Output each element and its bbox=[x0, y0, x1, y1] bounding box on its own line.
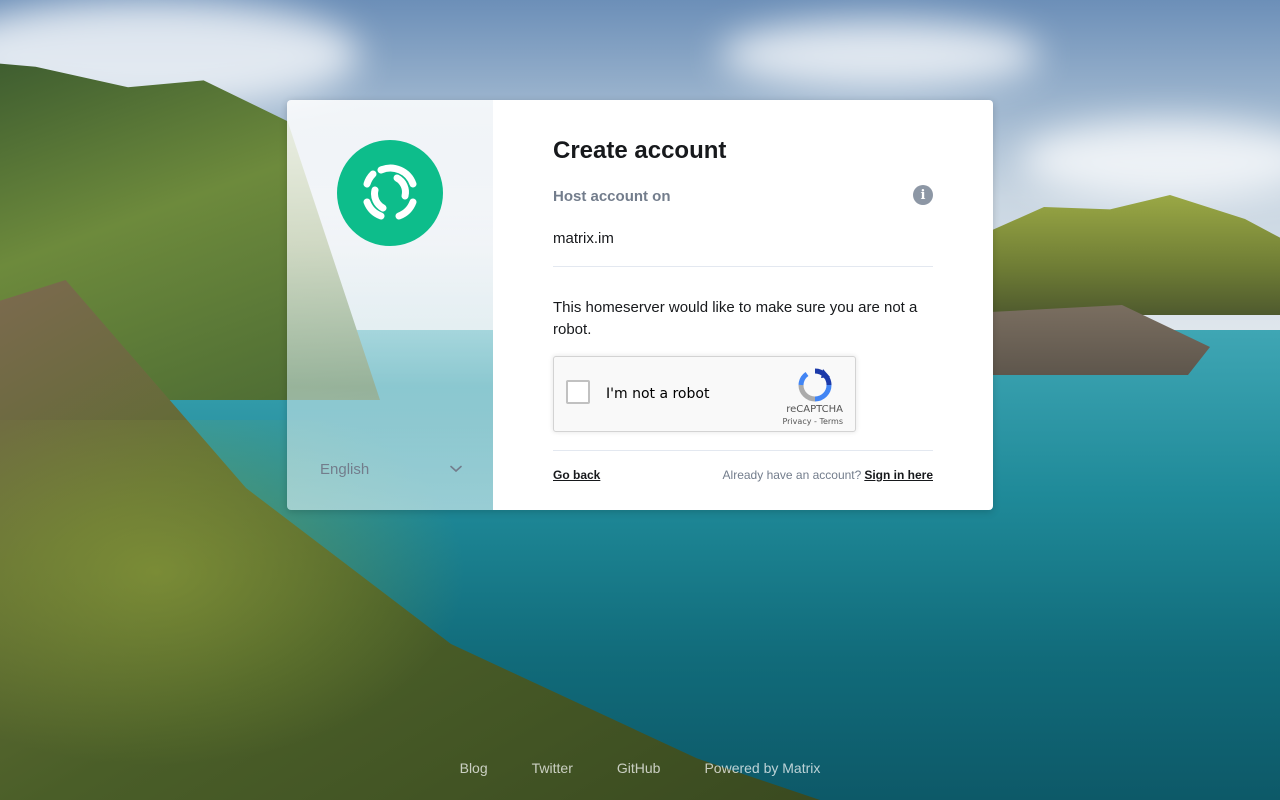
have-account-text: Already have an account? bbox=[722, 468, 862, 482]
create-account-dialog: English Create account Host account on i… bbox=[287, 100, 993, 510]
footer-link-twitter[interactable]: Twitter bbox=[532, 760, 573, 776]
dialog-sidebar: English bbox=[287, 100, 493, 510]
divider bbox=[553, 450, 933, 451]
page-footer: Blog Twitter GitHub Powered by Matrix bbox=[0, 760, 1280, 776]
element-logo-icon bbox=[337, 140, 443, 246]
language-selector[interactable]: English bbox=[320, 458, 462, 480]
recaptcha-links: Privacy - Terms bbox=[782, 417, 843, 426]
host-label: Host account on bbox=[553, 188, 671, 205]
footer-link-powered-by-matrix[interactable]: Powered by Matrix bbox=[704, 760, 820, 776]
recaptcha-terms-link[interactable]: Terms bbox=[819, 417, 843, 426]
recaptcha-logo-icon bbox=[798, 368, 832, 402]
chevron-down-icon bbox=[450, 465, 462, 473]
robot-check-text: This homeserver would like to make sure … bbox=[553, 299, 918, 338]
host-value: matrix.im bbox=[553, 230, 614, 247]
recaptcha-label[interactable]: I'm not a robot bbox=[606, 386, 709, 402]
divider bbox=[553, 266, 933, 267]
language-label: English bbox=[320, 460, 370, 478]
checkbox-icon[interactable] bbox=[566, 380, 590, 404]
recaptcha-privacy-link[interactable]: Privacy bbox=[782, 417, 811, 426]
recaptcha-widget: I'm not a robot reCAPTCHA Privacy - Term… bbox=[553, 356, 856, 432]
footer-link-github[interactable]: GitHub bbox=[617, 760, 661, 776]
cloud bbox=[720, 20, 1040, 90]
info-icon[interactable]: i bbox=[913, 185, 933, 205]
sign-in-prompt: Already have an account? Sign in here bbox=[723, 468, 933, 482]
dialog-content: Create account Host account on i matrix.… bbox=[493, 100, 993, 510]
page-title: Create account bbox=[553, 137, 727, 164]
go-back-link[interactable]: Go back bbox=[553, 468, 600, 482]
sign-in-link[interactable]: Sign in here bbox=[864, 468, 933, 482]
dialog-footer: Go back Already have an account? Sign in … bbox=[553, 468, 933, 482]
footer-link-blog[interactable]: Blog bbox=[460, 760, 488, 776]
recaptcha-brand: reCAPTCHA bbox=[786, 404, 843, 415]
